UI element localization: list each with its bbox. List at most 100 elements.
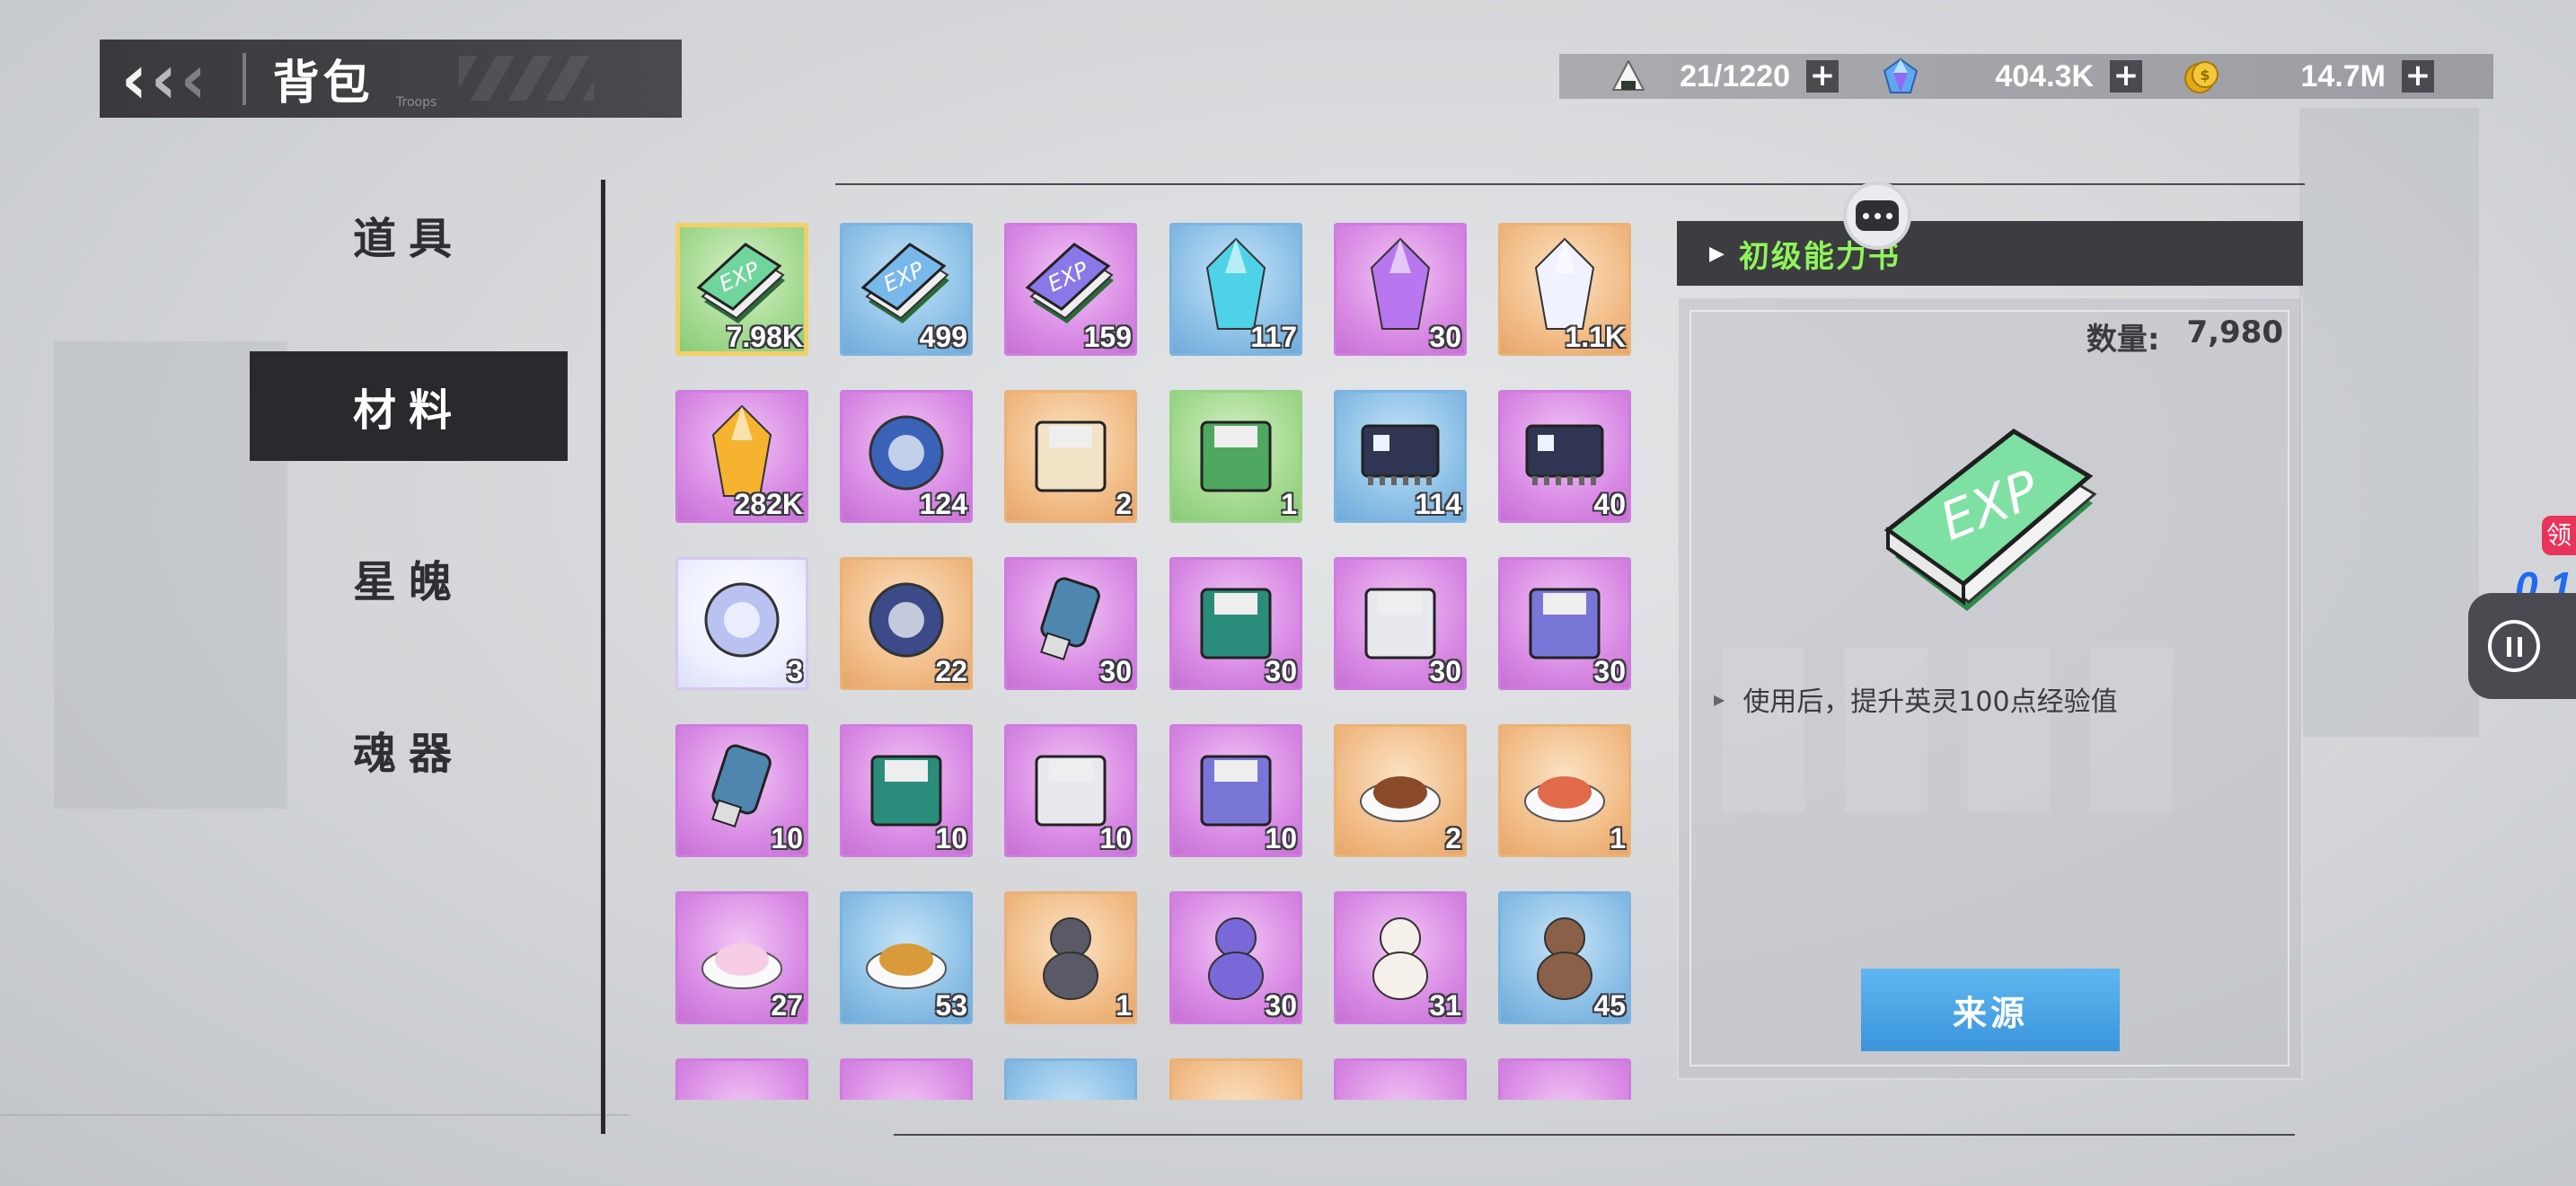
item-count: 1.1K — [1565, 321, 1626, 353]
item-count: 45 — [1593, 989, 1626, 1022]
inventory-item[interactable]: 30 — [1169, 557, 1302, 690]
inventory-item[interactable]: 10 — [1169, 724, 1302, 857]
gold-coin-icon: $ — [2179, 54, 2224, 99]
background-building — [2299, 108, 2479, 737]
play-triangle-icon: ▶ — [1709, 242, 1725, 265]
inventory-item[interactable]: EXP 7.98K — [675, 223, 808, 356]
inventory-item[interactable]: 27 — [675, 891, 808, 1024]
inventory-item[interactable]: 1 — [1004, 891, 1137, 1024]
item-count: 124 — [919, 488, 967, 520]
item-count: 30 — [1429, 655, 1461, 687]
item-count: 10 — [935, 822, 967, 854]
item-count: 1 — [1281, 488, 1297, 520]
item-count: 30 — [1265, 655, 1297, 687]
currency-gold-value: 14.7M — [2300, 58, 2386, 93]
inventory-item[interactable] — [1498, 1058, 1631, 1100]
item-count: 30 — [1429, 321, 1461, 353]
item-partial-icon — [852, 1067, 960, 1100]
side-reward-tag[interactable]: 领 — [2542, 516, 2576, 555]
inventory-item[interactable]: 2 — [1004, 390, 1137, 523]
onigiri-icon — [1606, 54, 1651, 99]
pause-button[interactable] — [2468, 593, 2576, 699]
category-tab-star-souls[interactable]: 星魄 — [250, 523, 568, 633]
detail-quantity: 数量: 7,980 — [2086, 314, 2283, 358]
item-count: 30 — [1265, 989, 1297, 1022]
item-count: 1 — [1610, 822, 1626, 854]
inventory-item[interactable]: 2 — [1334, 724, 1467, 857]
inventory-item[interactable]: 10 — [1004, 724, 1137, 857]
item-count: 282K — [734, 488, 804, 520]
item-count: 40 — [1593, 488, 1626, 520]
currency-crystal: 404.3K + — [1878, 54, 2179, 99]
currency-stamina: 21/1220 + — [1559, 54, 1878, 99]
back-chevron-icon: ‹ — [121, 38, 147, 119]
inventory-item[interactable] — [840, 1058, 973, 1100]
item-count: 117 — [1250, 321, 1297, 353]
inventory-item[interactable]: 31 — [1334, 891, 1467, 1024]
source-button[interactable]: 来源 — [1861, 969, 2120, 1051]
inventory-item[interactable]: 1.1K — [1498, 223, 1631, 356]
item-count: 499 — [919, 321, 967, 353]
category-tab-items[interactable]: 道具 — [250, 180, 568, 289]
add-gold-button[interactable]: + — [2402, 60, 2434, 93]
item-partial-icon — [1346, 1067, 1454, 1100]
inventory-item[interactable]: 1 — [1169, 390, 1302, 523]
inventory-item[interactable]: EXP 159 — [1004, 223, 1137, 356]
inventory-item[interactable]: 45 — [1498, 891, 1631, 1024]
inventory-item[interactable]: 40 — [1498, 390, 1631, 523]
pause-icon — [2488, 620, 2540, 672]
inventory-item[interactable]: 30 — [1334, 557, 1467, 690]
inventory-item[interactable]: 10 — [840, 724, 973, 857]
category-tab-materials[interactable]: 材料 — [250, 351, 568, 461]
category-tab-soul-artifacts[interactable]: 魂器 — [250, 695, 568, 804]
title-separator — [242, 52, 246, 105]
inventory-item[interactable]: 114 — [1334, 390, 1467, 523]
energy-orb-white-icon — [704, 582, 780, 658]
inventory-item[interactable]: 1 — [1498, 724, 1631, 857]
item-count: 3 — [787, 655, 803, 687]
inventory-item[interactable]: 10 — [675, 724, 808, 857]
item-count: 2 — [1445, 822, 1461, 854]
item-grid[interactable]: EXP 7.98K EXP 499 EXP 159 117 30 1.1K 282K 124 2 1 11… — [675, 223, 1636, 1100]
detail-description-text: 使用后，提升英灵100点经验值 — [1742, 686, 2118, 718]
item-count: 7.98K — [726, 321, 803, 353]
item-count: 53 — [935, 989, 967, 1022]
inventory-item[interactable]: 117 — [1169, 223, 1302, 356]
inventory-item[interactable] — [1169, 1058, 1302, 1100]
inventory-item[interactable]: 30 — [1004, 557, 1137, 690]
inventory-item[interactable]: 22 — [840, 557, 973, 690]
add-crystal-button[interactable]: + — [2110, 60, 2142, 93]
item-count: 10 — [1099, 822, 1132, 854]
item-partial-icon — [1182, 1067, 1290, 1100]
inventory-item[interactable]: EXP 499 — [840, 223, 973, 356]
inventory-item[interactable]: 124 — [840, 390, 973, 523]
inventory-item[interactable]: 53 — [840, 891, 973, 1024]
item-count: 10 — [1265, 822, 1297, 854]
chat-button[interactable] — [1843, 181, 1911, 250]
background-line — [0, 1114, 629, 1116]
detail-header: ▶ 初级能力书 — [1677, 221, 2303, 286]
inventory-item[interactable] — [1334, 1058, 1467, 1100]
inventory-item[interactable] — [675, 1058, 808, 1100]
inventory-item[interactable] — [1004, 1058, 1137, 1100]
inventory-item[interactable]: 30 — [1334, 223, 1467, 356]
detail-quantity-label: 数量: — [2086, 322, 2160, 358]
item-count: 1 — [1116, 989, 1132, 1022]
chat-icon — [1856, 200, 1899, 231]
svg-text:$: $ — [2200, 66, 2210, 84]
open-book-icon — [1035, 420, 1107, 492]
back-chevron-icon: ‹ — [150, 38, 177, 119]
exp-book-large-icon: EXP — [1883, 428, 2097, 611]
inventory-item[interactable]: 30 — [1169, 891, 1302, 1024]
back-chevron-icon: ‹ — [180, 38, 207, 119]
item-count: 10 — [771, 822, 803, 854]
back-button[interactable]: ‹ ‹ ‹ — [121, 40, 207, 118]
inventory-item[interactable]: 3 — [675, 557, 808, 690]
inventory-item[interactable]: 282K — [675, 390, 808, 523]
detail-description: ▶ 使用后，提升英灵100点经验值 — [1714, 679, 2118, 719]
currency-bar: 21/1220 + 404.3K + $ 14.7M + — [1559, 54, 2493, 99]
add-stamina-button[interactable]: + — [1806, 60, 1839, 93]
figure-statue-icon — [1043, 917, 1098, 1000]
inventory-item[interactable]: 30 — [1498, 557, 1631, 690]
page-subtitle: Troops — [396, 95, 437, 110]
